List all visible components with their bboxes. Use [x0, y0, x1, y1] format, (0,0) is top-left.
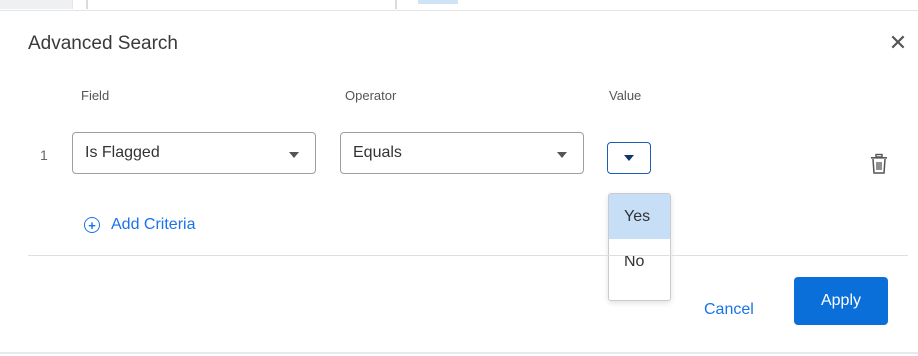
- field-select-value: Is Flagged: [85, 144, 160, 161]
- dropdown-option-no[interactable]: No: [609, 239, 670, 284]
- column-header-value: Value: [609, 88, 642, 103]
- trash-icon: [871, 153, 887, 174]
- close-icon: ✕: [888, 30, 908, 55]
- caret-down-icon: [289, 152, 299, 158]
- bottom-border: [0, 352, 918, 354]
- caret-down-icon: [557, 152, 567, 158]
- advanced-search-dialog: Advanced Search ✕ Field Operator Value 1…: [0, 10, 918, 355]
- background-fragment: [86, 0, 88, 9]
- column-header-field: Field: [81, 88, 110, 103]
- delete-criteria-button[interactable]: [866, 152, 892, 178]
- column-header-operator: Operator: [345, 88, 397, 103]
- apply-button[interactable]: Apply: [794, 277, 888, 325]
- caret-down-icon: [624, 155, 634, 161]
- operator-select[interactable]: Equals: [340, 132, 584, 174]
- value-select[interactable]: [607, 142, 651, 174]
- criteria-row-index: 1: [40, 147, 48, 163]
- cancel-button[interactable]: Cancel: [694, 291, 764, 329]
- field-select[interactable]: Is Flagged: [72, 132, 316, 174]
- dialog-title: Advanced Search: [28, 33, 178, 54]
- add-criteria-label: Add Criteria: [111, 216, 196, 233]
- footer-divider: [28, 255, 908, 256]
- value-dropdown-menu: Yes No: [608, 193, 671, 301]
- background-fragment: [0, 0, 73, 9]
- add-criteria-button[interactable]: + Add Criteria: [84, 216, 195, 234]
- background-page-strip: [0, 0, 918, 10]
- plus-circle-icon: +: [84, 217, 100, 233]
- background-fragment: [418, 0, 458, 4]
- dropdown-option-yes[interactable]: Yes: [609, 194, 670, 239]
- background-fragment: [395, 0, 397, 9]
- close-button[interactable]: ✕: [884, 29, 912, 57]
- operator-select-value: Equals: [353, 144, 402, 161]
